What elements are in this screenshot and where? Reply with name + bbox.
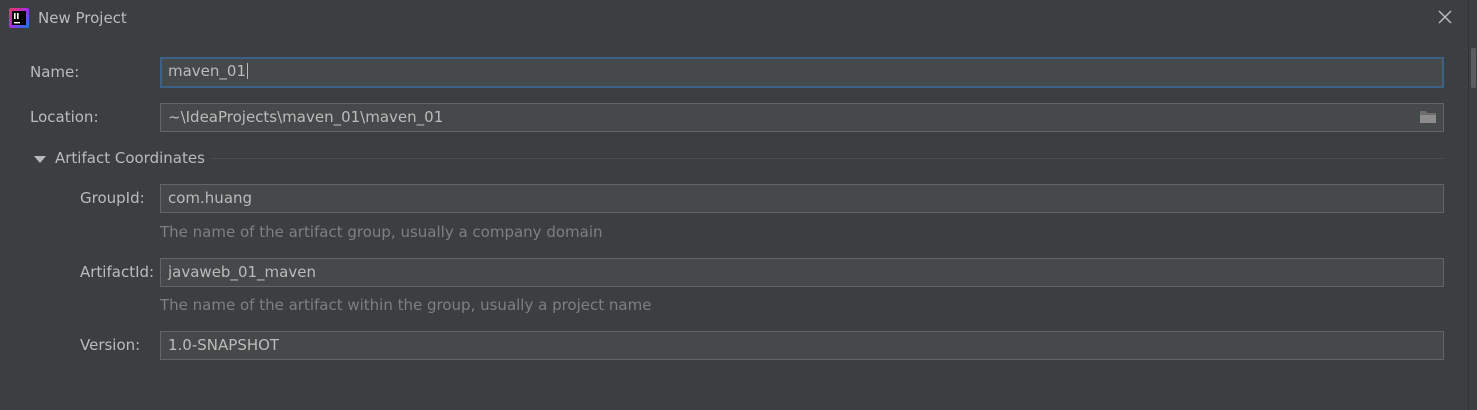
artifactid-input-value: javaweb_01_maven [168,263,316,281]
version-input[interactable]: 1.0-SNAPSHOT [160,331,1444,360]
close-icon[interactable] [1437,9,1453,25]
folder-icon[interactable] [1419,110,1437,124]
new-project-dialog: New Project Name: maven_01 Location: ~\I… [0,0,1477,410]
title-bar: New Project [0,0,1477,36]
version-label: Version: [80,336,141,354]
location-input[interactable]: ~\IdeaProjects\maven_01\maven_01 [160,103,1444,132]
groupid-input-value: com.huang [168,189,253,207]
groupid-label: GroupId: [80,189,145,207]
groupid-input[interactable]: com.huang [160,184,1444,213]
name-label: Name: [30,63,80,81]
name-input-value: maven_01 [168,62,247,80]
triangle-down-icon[interactable] [33,152,47,166]
groupid-hint: The name of the artifact group, usually … [160,223,603,241]
artifact-coordinates-header[interactable]: Artifact Coordinates [55,149,205,167]
scrollbar[interactable] [1468,0,1477,410]
section-divider [211,158,1444,159]
artifactid-hint: The name of the artifact within the grou… [160,296,652,314]
intellij-idea-icon [9,8,29,28]
name-input[interactable]: maven_01 [160,57,1444,88]
dialog-title: New Project [38,9,127,27]
version-input-value: 1.0-SNAPSHOT [168,336,280,354]
artifactid-label: ArtifactId: [80,263,155,281]
artifactid-input[interactable]: javaweb_01_maven [160,258,1444,287]
text-caret [247,63,249,79]
location-input-value: ~\IdeaProjects\maven_01\maven_01 [168,108,444,126]
location-label: Location: [30,108,99,126]
scrollbar-thumb[interactable] [1471,48,1476,88]
